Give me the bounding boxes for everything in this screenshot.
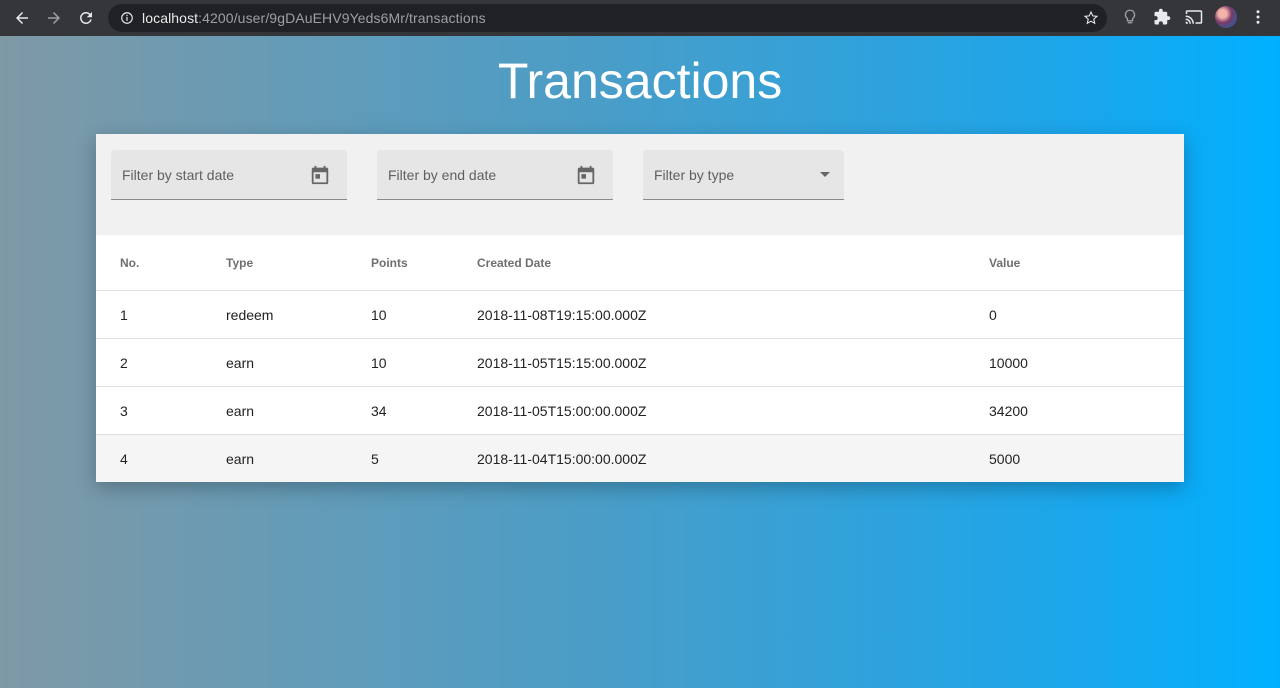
cast-icon[interactable] xyxy=(1185,8,1203,26)
forward-button[interactable] xyxy=(38,2,70,34)
avatar[interactable] xyxy=(1215,6,1237,28)
arrow-left-icon xyxy=(16,12,28,24)
cell-value: 34200 xyxy=(989,386,1184,435)
cell-value: 10000 xyxy=(989,338,1184,387)
info-icon[interactable] xyxy=(120,11,134,25)
cell-created-date: 2018-11-05T15:00:00.000Z xyxy=(477,386,989,435)
transactions-card: Filter by start date Filter by end date … xyxy=(96,134,1184,482)
type-select[interactable]: Filter by type xyxy=(643,150,844,200)
filters-bar: Filter by start date Filter by end date … xyxy=(96,134,1184,235)
cell-no: 4 xyxy=(96,434,226,482)
calendar-icon[interactable] xyxy=(575,164,597,186)
table-row: 3 earn 34 2018-11-05T15:00:00.000Z 34200 xyxy=(96,386,1184,435)
end-date-field[interactable]: Filter by end date xyxy=(377,150,613,200)
cell-points: 10 xyxy=(371,290,477,339)
header-points: Points xyxy=(371,235,477,291)
calendar-icon[interactable] xyxy=(309,164,331,186)
start-date-field[interactable]: Filter by start date xyxy=(111,150,347,200)
table-header-row: No. Type Points Created Date Value xyxy=(96,235,1184,291)
cell-created-date: 2018-11-05T15:15:00.000Z xyxy=(477,338,989,387)
cell-no: 2 xyxy=(96,338,226,387)
end-date-placeholder: Filter by end date xyxy=(388,167,497,183)
arrow-right-icon xyxy=(48,12,60,24)
cell-type: earn xyxy=(226,434,371,482)
cell-value: 0 xyxy=(989,290,1184,339)
url-path: :4200/user/9gDAuEHV9Yeds6Mr/transactions xyxy=(198,10,486,26)
page-title: Transactions xyxy=(497,53,783,109)
puzzle-icon[interactable] xyxy=(1153,8,1171,26)
cell-created-date: 2018-11-04T15:00:00.000Z xyxy=(477,434,989,482)
header-value: Value xyxy=(989,235,1184,291)
cell-created-date: 2018-11-08T19:15:00.000Z xyxy=(477,290,989,339)
cell-no: 3 xyxy=(96,386,226,435)
cell-no: 1 xyxy=(96,290,226,339)
header-no: No. xyxy=(96,235,226,291)
start-date-placeholder: Filter by start date xyxy=(122,167,235,183)
url-text: localhost:4200/user/9gDAuEHV9Yeds6Mr/tra… xyxy=(142,10,486,26)
address-bar[interactable]: localhost:4200/user/9gDAuEHV9Yeds6Mr/tra… xyxy=(108,4,1107,32)
header-type: Type xyxy=(226,235,371,291)
cell-points: 10 xyxy=(371,338,477,387)
table-row: 1 redeem 10 2018-11-08T19:15:00.000Z 0 xyxy=(96,290,1184,339)
table-row: 2 earn 10 2018-11-05T15:15:00.000Z 10000 xyxy=(96,338,1184,387)
star-icon[interactable] xyxy=(1083,10,1099,26)
transactions-table: No. Type Points Created Date Value 1 red… xyxy=(96,235,1184,482)
browser-toolbar: localhost:4200/user/9gDAuEHV9Yeds6Mr/tra… xyxy=(0,0,1280,36)
cell-points: 34 xyxy=(371,386,477,435)
reload-button[interactable] xyxy=(70,2,102,34)
back-button[interactable] xyxy=(6,2,38,34)
dropdown-arrow-icon[interactable] xyxy=(820,172,830,177)
page-content: Transactions Filter by start date Filter… xyxy=(0,36,1280,688)
lightbulb-icon[interactable] xyxy=(1121,8,1139,26)
header-created-date: Created Date xyxy=(477,235,989,291)
cell-type: redeem xyxy=(226,290,371,339)
table-row: 4 earn 5 2018-11-04T15:00:00.000Z 5000 xyxy=(96,434,1184,482)
more-vert-icon[interactable] xyxy=(1249,8,1267,26)
cell-type: earn xyxy=(226,338,371,387)
cell-type: earn xyxy=(226,386,371,435)
url-host: localhost xyxy=(142,10,199,26)
cell-value: 5000 xyxy=(989,434,1184,482)
type-placeholder: Filter by type xyxy=(654,167,735,183)
reload-icon xyxy=(80,12,92,24)
cell-points: 5 xyxy=(371,434,477,482)
